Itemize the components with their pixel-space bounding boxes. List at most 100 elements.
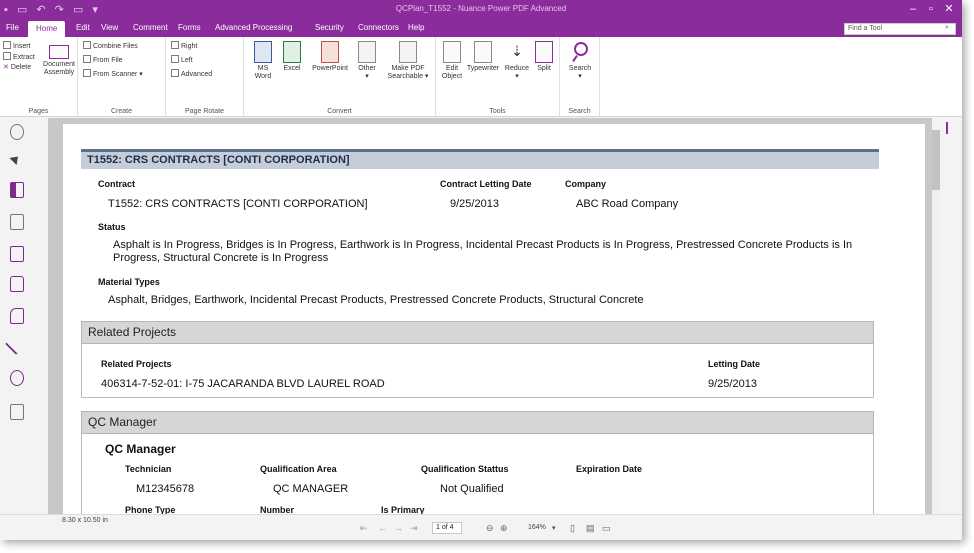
first-page-icon[interactable]: ⇤ [360, 523, 368, 534]
contract-value: T1552: CRS CONTRACTS [CONTI CORPORATION] [108, 198, 368, 210]
rotate-left-button[interactable]: Left [171, 55, 193, 64]
tab-security[interactable]: Security [315, 23, 344, 32]
delete-icon: ✕ [3, 64, 9, 71]
other-format-icon [358, 41, 376, 63]
reduce-label: Reduce [504, 65, 530, 72]
group-search: Search ▾ Search [560, 37, 600, 117]
powerpoint-icon [321, 41, 339, 63]
powerpoint-label: PowerPoint [312, 65, 348, 72]
excel-button[interactable]: Excel [280, 41, 304, 73]
typewriter-icon [474, 41, 492, 63]
stamp-icon[interactable] [10, 246, 24, 262]
group-convert: MS Word Excel PowerPoint Other ▾ Make PDF S… [244, 37, 436, 117]
split-button[interactable]: Split [532, 41, 556, 73]
minimize-icon[interactable]: – [904, 3, 922, 15]
ms-word-button[interactable]: MS Word [250, 41, 276, 81]
scanner-icon [83, 69, 91, 77]
document-assembly-button[interactable]: Document Assembly [42, 41, 76, 77]
edit-object-button[interactable]: Edit Object [440, 41, 464, 81]
view-mode-icon[interactable]: ▭ [602, 523, 611, 534]
doc-assembly-label-2: Assembly [43, 69, 75, 76]
related-letting-column: Letting Date [708, 359, 761, 369]
combine-files-label: Combine Files [93, 43, 138, 50]
related-projects-header: Related Projects [81, 321, 874, 344]
document-viewport[interactable]: T1552: CRS CONTRACTS [CONTI CORPORATION]… [48, 118, 932, 514]
hand-tool-icon[interactable] [10, 124, 24, 140]
tab-comment[interactable]: Comment [133, 23, 168, 32]
company-label: Company [565, 179, 607, 189]
zoom-out-icon[interactable]: ⊖ [486, 523, 494, 534]
combine-files-button[interactable]: Combine Files [83, 41, 138, 50]
section-title-bar: T1552: CRS CONTRACTS [CONTI CORPORATION] [81, 149, 879, 169]
rotate-right-button[interactable]: Right [171, 41, 197, 50]
from-file-label: From File [93, 57, 123, 64]
group-pages: Insert Extract ✕ Delete Document Assembly… [0, 37, 78, 117]
powerpoint-button[interactable]: PowerPoint [308, 41, 352, 73]
delete-button[interactable]: ✕ Delete [3, 63, 31, 71]
tab-view[interactable]: View [101, 23, 118, 32]
comments-icon[interactable] [10, 370, 24, 386]
insert-button[interactable]: Insert [3, 41, 31, 50]
tab-home[interactable]: Home [28, 21, 66, 37]
tag-icon[interactable] [10, 308, 24, 324]
make-pdf-searchable-button[interactable]: Make PDF Searchable ▾ [384, 41, 432, 81]
zoom-dropdown-icon[interactable]: ▾ [552, 524, 556, 532]
page-number-input[interactable]: 1 of 4 [432, 522, 462, 534]
tab-file[interactable]: File [6, 23, 19, 32]
side-panel-icon[interactable] [946, 122, 956, 134]
close-icon[interactable]: ✕ [940, 2, 958, 15]
typewriter-button[interactable]: Typewriter [464, 41, 502, 73]
material-types-label: Material Types [98, 277, 160, 287]
find-tool-input[interactable]: Find a Tool [844, 23, 956, 35]
related-projects-column: Related Projects [101, 359, 172, 369]
related-project-value: 406314-7-52-01: I-75 JACARANDA BLVD LAUR… [101, 378, 385, 390]
prev-page-icon[interactable]: ← [378, 523, 387, 533]
group-create: Combine Files From File From Scanner ▾ C… [78, 37, 166, 117]
next-page-icon[interactable]: → [394, 523, 403, 533]
search-icon [571, 41, 589, 63]
from-scanner-button[interactable]: From Scanner ▾ [83, 69, 143, 78]
scrollbar-thumb[interactable] [932, 130, 940, 190]
extract-icon [3, 52, 11, 60]
search-button[interactable]: Search ▾ [566, 41, 594, 81]
other-button[interactable]: Other ▾ [354, 41, 380, 81]
delete-label: Delete [10, 64, 32, 71]
doc-assembly-label-1: Document [43, 61, 75, 68]
reduce-icon: ⇣ [511, 43, 523, 59]
compare-icon[interactable] [10, 404, 24, 420]
page-layout-icon[interactable]: ▤ [586, 523, 595, 534]
fit-page-icon[interactable]: ▯ [570, 523, 575, 534]
zoom-level[interactable]: 164% [528, 524, 546, 531]
lock-icon[interactable] [10, 276, 24, 292]
bookmarks-icon[interactable] [10, 182, 24, 198]
tab-advanced-processing[interactable]: Advanced Processing [215, 23, 292, 32]
window-controls: – ▫ ✕ [904, 2, 958, 15]
vertical-scrollbar[interactable] [932, 130, 940, 510]
tab-connectors[interactable]: Connectors [358, 23, 399, 32]
tab-forms[interactable]: Forms [178, 23, 201, 32]
ms-word-label-2: Word [254, 73, 272, 80]
attachment-icon[interactable] [4, 340, 20, 356]
rotate-advanced-button[interactable]: Advanced [171, 69, 212, 78]
select-arrow-icon[interactable] [10, 154, 24, 170]
word-icon [254, 41, 272, 63]
from-file-button[interactable]: From File [83, 55, 123, 64]
find-tool-search-icon[interactable]: ⌕ [942, 23, 956, 35]
reduce-button[interactable]: ⇣ Reduce ▾ [502, 41, 532, 81]
excel-label: Excel [283, 65, 301, 72]
extract-button[interactable]: Extract [3, 52, 35, 61]
tab-edit[interactable]: Edit [76, 23, 90, 32]
maximize-icon[interactable]: ▫ [922, 3, 940, 15]
excel-icon [283, 41, 301, 63]
edit-object-label-2: Object [441, 73, 463, 80]
pages-panel-icon[interactable] [10, 214, 24, 230]
group-label-page-rotate: Page Rotate [185, 108, 224, 115]
edit-object-label-1: Edit [445, 65, 459, 72]
technician-column: Technician [125, 464, 172, 474]
tab-help[interactable]: Help [408, 23, 424, 32]
from-file-icon [83, 55, 91, 63]
last-page-icon[interactable]: ⇥ [410, 523, 418, 534]
rotate-right-label: Right [181, 43, 198, 50]
search-button-label: Search [568, 65, 592, 72]
zoom-in-icon[interactable]: ⊕ [500, 523, 508, 534]
